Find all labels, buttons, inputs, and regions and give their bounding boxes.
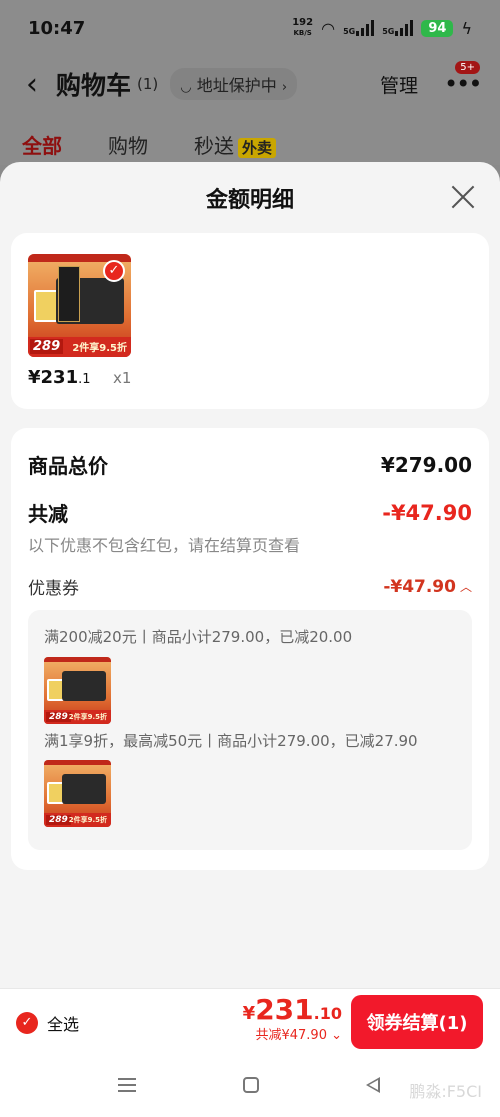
mini-thumb-top-banner [44, 760, 111, 765]
more-menu-button[interactable]: ••• 5+ [444, 61, 482, 99]
watermark: 鹏淼:F5CI [409, 1082, 482, 1101]
net-speed-indicator: 192 KB/S [292, 18, 313, 38]
mini-thumb-bottles-image [62, 774, 106, 804]
menu-icon[interactable] [118, 1078, 136, 1092]
close-icon[interactable] [448, 182, 478, 212]
amount-detail-sheet: 金额明细 289 2件享9.5折 ✓ ¥231.1 x1 商品总价 ¥279.0… [0, 162, 500, 988]
status-time: 10:47 [28, 17, 86, 39]
chevron-up-icon[interactable]: ︿ [460, 578, 472, 595]
thumb-liquor-box [58, 266, 80, 322]
tab-flash-delivery[interactable]: 秒送 外卖 [194, 130, 277, 159]
select-all-toggle[interactable]: ✓ 全选 [16, 1011, 79, 1035]
mini-thumb-top-banner [44, 657, 111, 662]
product-quantity: x1 [113, 369, 132, 387]
address-protection-pill[interactable]: ◡ 地址保护中 › [170, 68, 298, 100]
back-arrow-icon[interactable]: ‹ [26, 67, 50, 102]
product-price: ¥231.1 [28, 367, 91, 388]
coupon-detail-box: 满200减20元丨商品小计279.00，已减20.00 289 2件享9.5折 … [28, 610, 472, 850]
back-triangle-icon[interactable] [366, 1077, 380, 1093]
sheet-title: 金额明细 [205, 188, 294, 213]
select-all-label: 全选 [47, 1015, 80, 1034]
select-all-check-icon[interactable]: ✓ [16, 1012, 38, 1034]
thumb-promo: 2件享9.5折 [72, 343, 127, 354]
signal-2-icon: 5G [382, 20, 414, 36]
cart-count: (1) [137, 75, 159, 93]
discount-value: -¥47.90 [382, 500, 472, 525]
coupon-label: 优惠券 [28, 579, 79, 599]
status-bar: 10:47 192 KB/S ◠ 5G 5G 94 ϟ [0, 0, 500, 56]
net-speed-value: 192 [292, 17, 314, 28]
address-protection-label: 地址保护中 [196, 76, 277, 95]
cart-tabs: 全部 购物 秒送 外卖 [0, 126, 500, 169]
tab-flash-delivery-label: 秒送 [194, 133, 234, 158]
total-row: 商品总价 ¥279.00 [28, 450, 472, 479]
checkout-bar: ✓ 全选 ¥231.10 共减¥47.90 ⌄ 领券结算(1) [0, 988, 500, 1056]
message-badge: 5+ [455, 61, 480, 74]
total-yen: ¥ [242, 1003, 256, 1024]
total-discount-toggle[interactable]: 共减¥47.90 ⌄ [243, 1024, 342, 1043]
coupon-product-thumbnail: 289 2件享9.5折 [44, 657, 111, 724]
mini-thumb-price: 289 [46, 815, 71, 825]
net-speed-unit: KB/S [293, 29, 312, 37]
wifi-icon: ◠ [321, 18, 336, 38]
total-label: 商品总价 [28, 454, 108, 478]
product-price-dec: .1 [78, 372, 91, 387]
discount-label: 共减 [28, 502, 68, 526]
status-icons: 192 KB/S ◠ 5G 5G 94 ϟ [292, 18, 472, 38]
more-dots-icon: ••• [444, 70, 482, 98]
mini-thumb-price: 289 [46, 712, 71, 722]
tab-shopping[interactable]: 购物 [108, 130, 148, 159]
battery-indicator: 94 [421, 19, 454, 37]
total-price: ¥231.10 [243, 993, 342, 1026]
selected-check-icon: ✓ [103, 260, 125, 282]
mini-thumb-promo: 2件享9.5折 [68, 713, 107, 721]
discount-note: 以下优惠不包含红包，请在结算页查看 [28, 536, 301, 555]
takeout-badge: 外卖 [238, 137, 277, 158]
coupon-row[interactable]: 优惠券 -¥47.90 ︿ [28, 574, 472, 600]
coupon-product-thumbnail: 289 2件享9.5折 [44, 760, 111, 827]
coupon-detail-line: 满200减20元丨商品小计279.00，已减20.00 [44, 628, 353, 646]
chevron-right-icon: › [281, 80, 288, 95]
signal-1-label: 5G [343, 27, 356, 36]
manage-button[interactable]: 管理 [380, 71, 418, 98]
mini-thumb-bottles-image [62, 671, 106, 701]
coupon-value: -¥47.90 [383, 576, 456, 597]
page-title: 购物车 [56, 71, 132, 100]
product-price-int: ¥231 [28, 367, 79, 388]
total-int: 231 [255, 993, 314, 1026]
total-dec: .10 [313, 1004, 342, 1023]
total-amount: ¥231.10 共减¥47.90 ⌄ [243, 993, 342, 1043]
checkout-button[interactable]: 领券结算(1) [351, 995, 483, 1049]
home-icon[interactable] [243, 1077, 259, 1093]
thumb-price: 289 [30, 339, 64, 354]
signal-2-label: 5G [382, 27, 395, 36]
discount-row: 共减 -¥47.90 [28, 498, 472, 527]
system-nav-bar: 鹏淼:F5CI [0, 1056, 500, 1117]
total-value: ¥279.00 [380, 452, 472, 477]
mini-thumb-promo: 2件享9.5折 [68, 816, 107, 824]
charging-icon: ϟ [461, 18, 472, 38]
price-summary-card: 商品总价 ¥279.00 共减 -¥47.90 以下优惠不包含红包，请在结算页查… [11, 428, 489, 870]
shield-smile-icon: ◡ [180, 80, 192, 95]
tab-all[interactable]: 全部 [22, 130, 62, 169]
signal-icon: 5G [343, 20, 375, 36]
product-card: 289 2件享9.5折 ✓ ¥231.1 x1 [11, 233, 489, 409]
cart-header: ‹ 购物车 (1) ◡ 地址保护中 › 管理 ••• 5+ [0, 60, 500, 108]
product-thumbnail[interactable]: 289 2件享9.5折 ✓ [28, 254, 131, 357]
coupon-detail-line: 满1享9折，最高减50元丨商品小计279.00，已减27.90 [44, 732, 418, 750]
